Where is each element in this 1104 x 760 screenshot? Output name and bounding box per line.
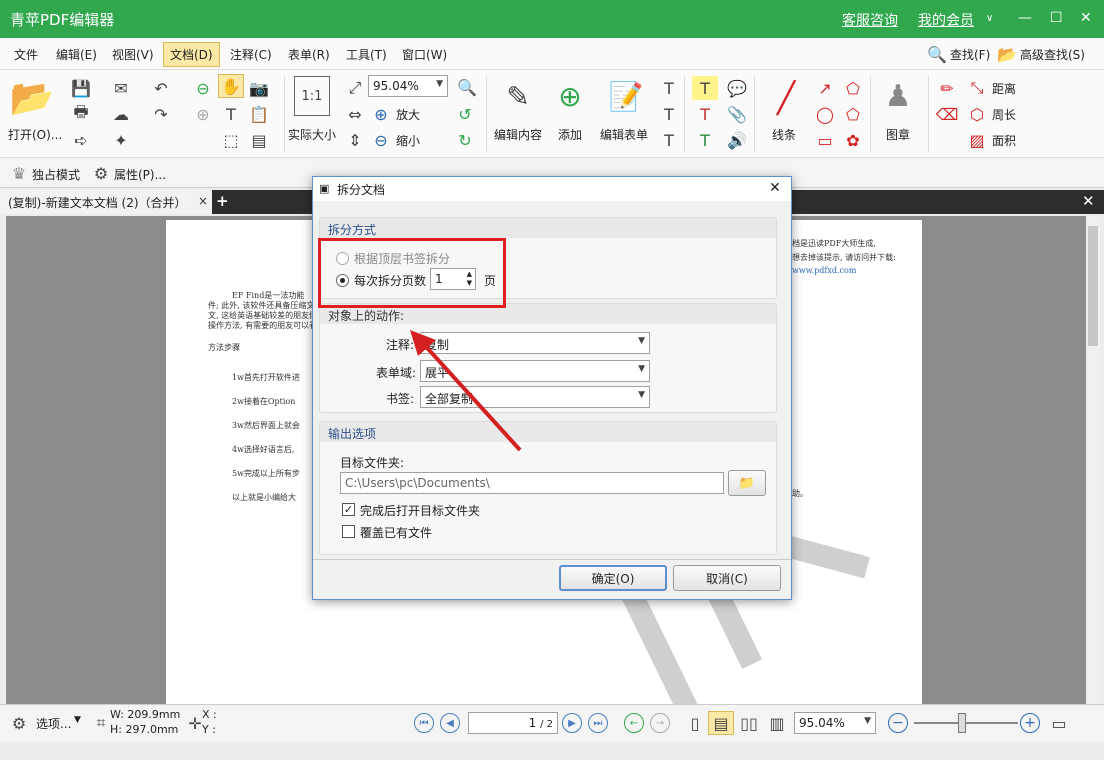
annotation-arrow	[410, 330, 522, 452]
